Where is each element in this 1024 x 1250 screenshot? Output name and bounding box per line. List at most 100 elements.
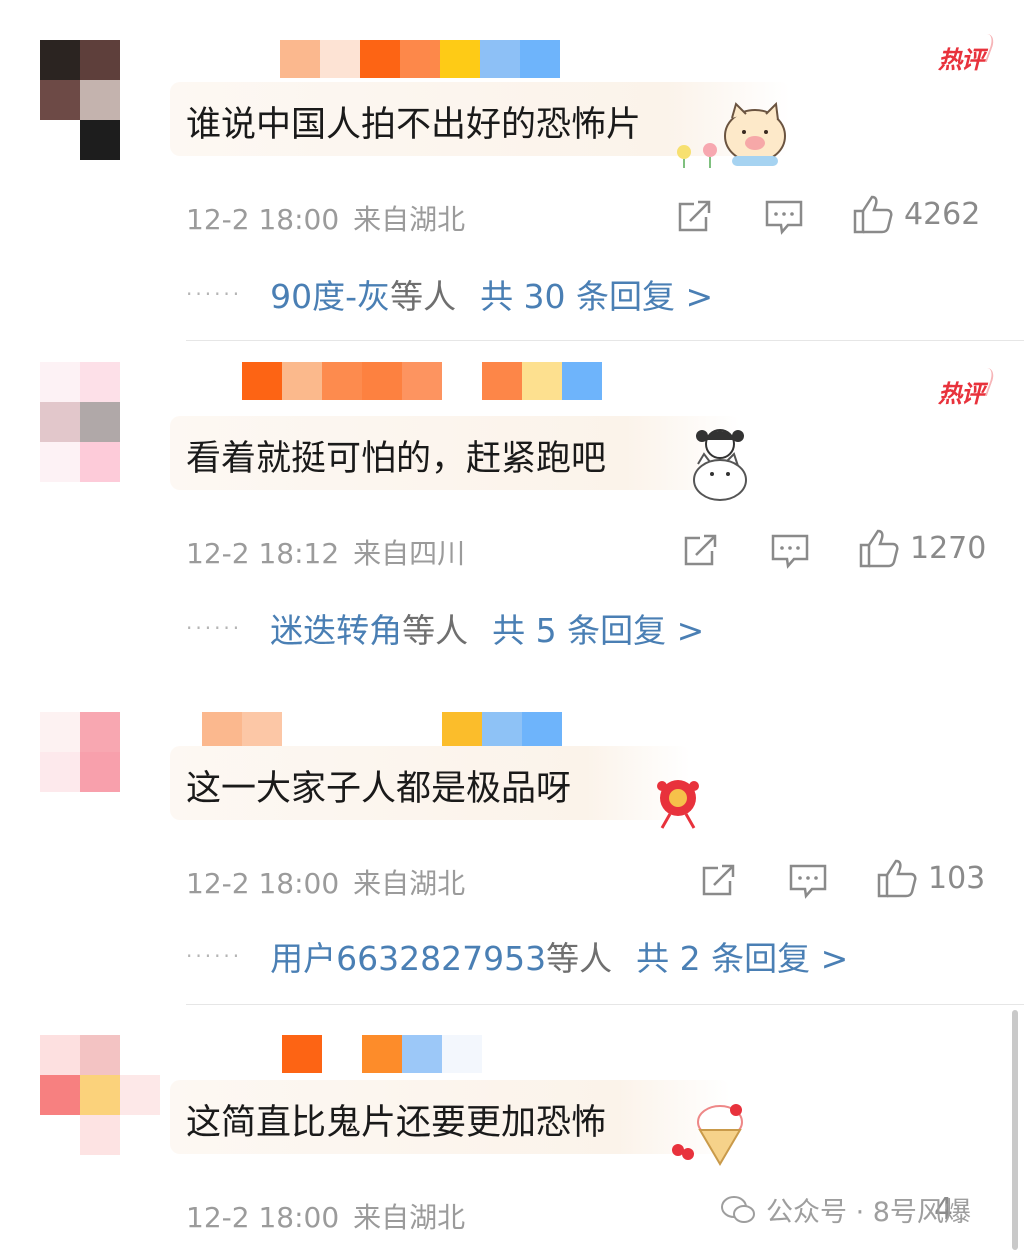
username[interactable] [242,362,602,400]
comment-button[interactable] [764,199,804,235]
avatar[interactable] [40,362,160,482]
location: 来自湖北 [353,867,466,900]
username[interactable] [282,1035,482,1073]
share-button[interactable] [676,197,714,235]
username-mosaic-tile [242,712,282,750]
comment-text: 看着就挺可怕的，赶紧跑吧 [186,439,607,479]
like-button[interactable]: 103 [876,857,985,899]
divider [186,1004,1024,1005]
avatar-mosaic-tile [40,1075,80,1115]
reply-summary[interactable]: ······ 90度-灰 等人 共 30 条回复 > [186,270,713,318]
timestamp: 12-2 18:00 [186,1201,340,1234]
avatar[interactable] [40,712,160,832]
reply-label: 等人 [390,277,457,316]
username-mosaic-tile [440,40,480,78]
like-button[interactable]: 1270 [858,527,986,569]
view-replies-link[interactable]: 共 5 条回复 > [492,604,704,652]
comment-text: 这一大家子人都是极品呀 [186,769,572,809]
comment-meta: 12-2 18:00 来自湖北 [186,1196,465,1236]
username-mosaic-tile [282,362,322,400]
scrollbar[interactable] [1012,1010,1018,1250]
username-mosaic-tile [442,712,482,750]
avatar-mosaic-tile [80,80,120,120]
comment-icon [771,534,809,569]
location: 来自湖北 [353,203,466,236]
avatar-mosaic-tile [120,80,160,120]
username-mosaic-tile [322,1035,362,1073]
avatar-mosaic-tile [40,792,80,832]
ellipsis-icon: ······ [186,616,243,640]
like-button[interactable]: 4262 [852,193,980,235]
hot-comment-badge: 热评 [938,374,985,409]
comment-text: 这简直比鬼片还要更加恐怖 [186,1103,607,1143]
avatar-mosaic-tile [120,1115,160,1155]
username[interactable] [202,712,562,750]
username-mosaic-tile [482,362,522,400]
comment-button[interactable] [770,533,810,569]
view-replies-link[interactable]: 共 30 条回复 > [480,270,713,318]
thumbs-up-icon [859,529,899,568]
avatar-mosaic-tile [80,362,120,402]
watermark-text: 公众号 · 8号风爆 [766,1197,971,1228]
reply-summary[interactable]: ······ 迷迭转角 等人 共 5 条回复 > [186,604,704,652]
comment-icon [789,864,827,899]
avatar-mosaic-tile [80,792,120,832]
username[interactable] [280,40,560,78]
avatar-mosaic-tile [120,40,160,80]
username-mosaic-tile [442,1035,482,1073]
view-replies-link[interactable]: 共 2 条回复 > [636,932,848,980]
username-mosaic-tile [322,712,362,750]
divider [186,340,1024,341]
timestamp: 12-2 18:00 [186,203,340,236]
avatar[interactable] [40,1035,160,1155]
reply-user-link[interactable]: 用户6632827953 [270,932,546,980]
comment-meta: 12-2 18:12 来自四川 [186,532,465,572]
comment-button[interactable] [788,863,828,899]
reply-summary[interactable]: ······ 用户6632827953 等人 共 2 条回复 > [186,932,848,980]
username-mosaic-tile [402,1035,442,1073]
avatar-mosaic-tile [120,362,160,402]
avatar-mosaic-tile [40,712,80,752]
share-icon [702,864,735,896]
username-mosaic-tile [362,1035,402,1073]
username-mosaic-tile [522,712,562,750]
like-count: 103 [928,860,986,896]
username-mosaic-tile [242,362,282,400]
timestamp: 12-2 18:00 [186,867,340,900]
comment-text: 谁说中国人拍不出好的恐怖片 [186,105,642,145]
avatar-mosaic-tile [40,120,80,160]
avatar-mosaic-tile [40,1035,80,1075]
avatar-mosaic-tile [80,712,120,752]
avatar-mosaic-tile [80,1035,120,1075]
username-mosaic-tile [362,362,402,400]
avatar-mosaic-tile [120,402,160,442]
cat-sticker-icon [677,101,786,168]
avatar-mosaic-tile [40,40,80,80]
avatar-mosaic-tile [120,120,160,160]
avatar-mosaic-tile [80,752,120,792]
reply-user-link[interactable]: 迷迭转角 [270,604,402,652]
username-mosaic-tile [280,40,320,78]
avatar-mosaic-tile [120,792,160,832]
username-mosaic-tile [482,712,522,750]
username-mosaic-tile [480,40,520,78]
watermark: 公众号 · 8号风爆 [720,1190,971,1229]
avatar-mosaic-tile [80,40,120,80]
share-icon [684,534,717,566]
share-button[interactable] [682,531,720,569]
avatar-mosaic-tile [40,402,80,442]
ice-cream-sticker-icon [672,1104,743,1166]
avatar-mosaic-tile [40,752,80,792]
avatar[interactable] [40,40,160,160]
avatar-mosaic-tile [40,362,80,402]
username-mosaic-tile [282,712,322,750]
username-mosaic-tile [360,40,400,78]
ellipsis-icon: ······ [186,944,243,968]
girl-cat-sticker-icon [693,429,747,501]
username-mosaic-tile [442,362,482,400]
share-button[interactable] [700,861,738,899]
avatar-mosaic-tile [80,402,120,442]
ellipsis-icon: ······ [186,282,243,306]
reply-user-link[interactable]: 90度-灰 [270,270,390,318]
username-mosaic-tile [520,40,560,78]
